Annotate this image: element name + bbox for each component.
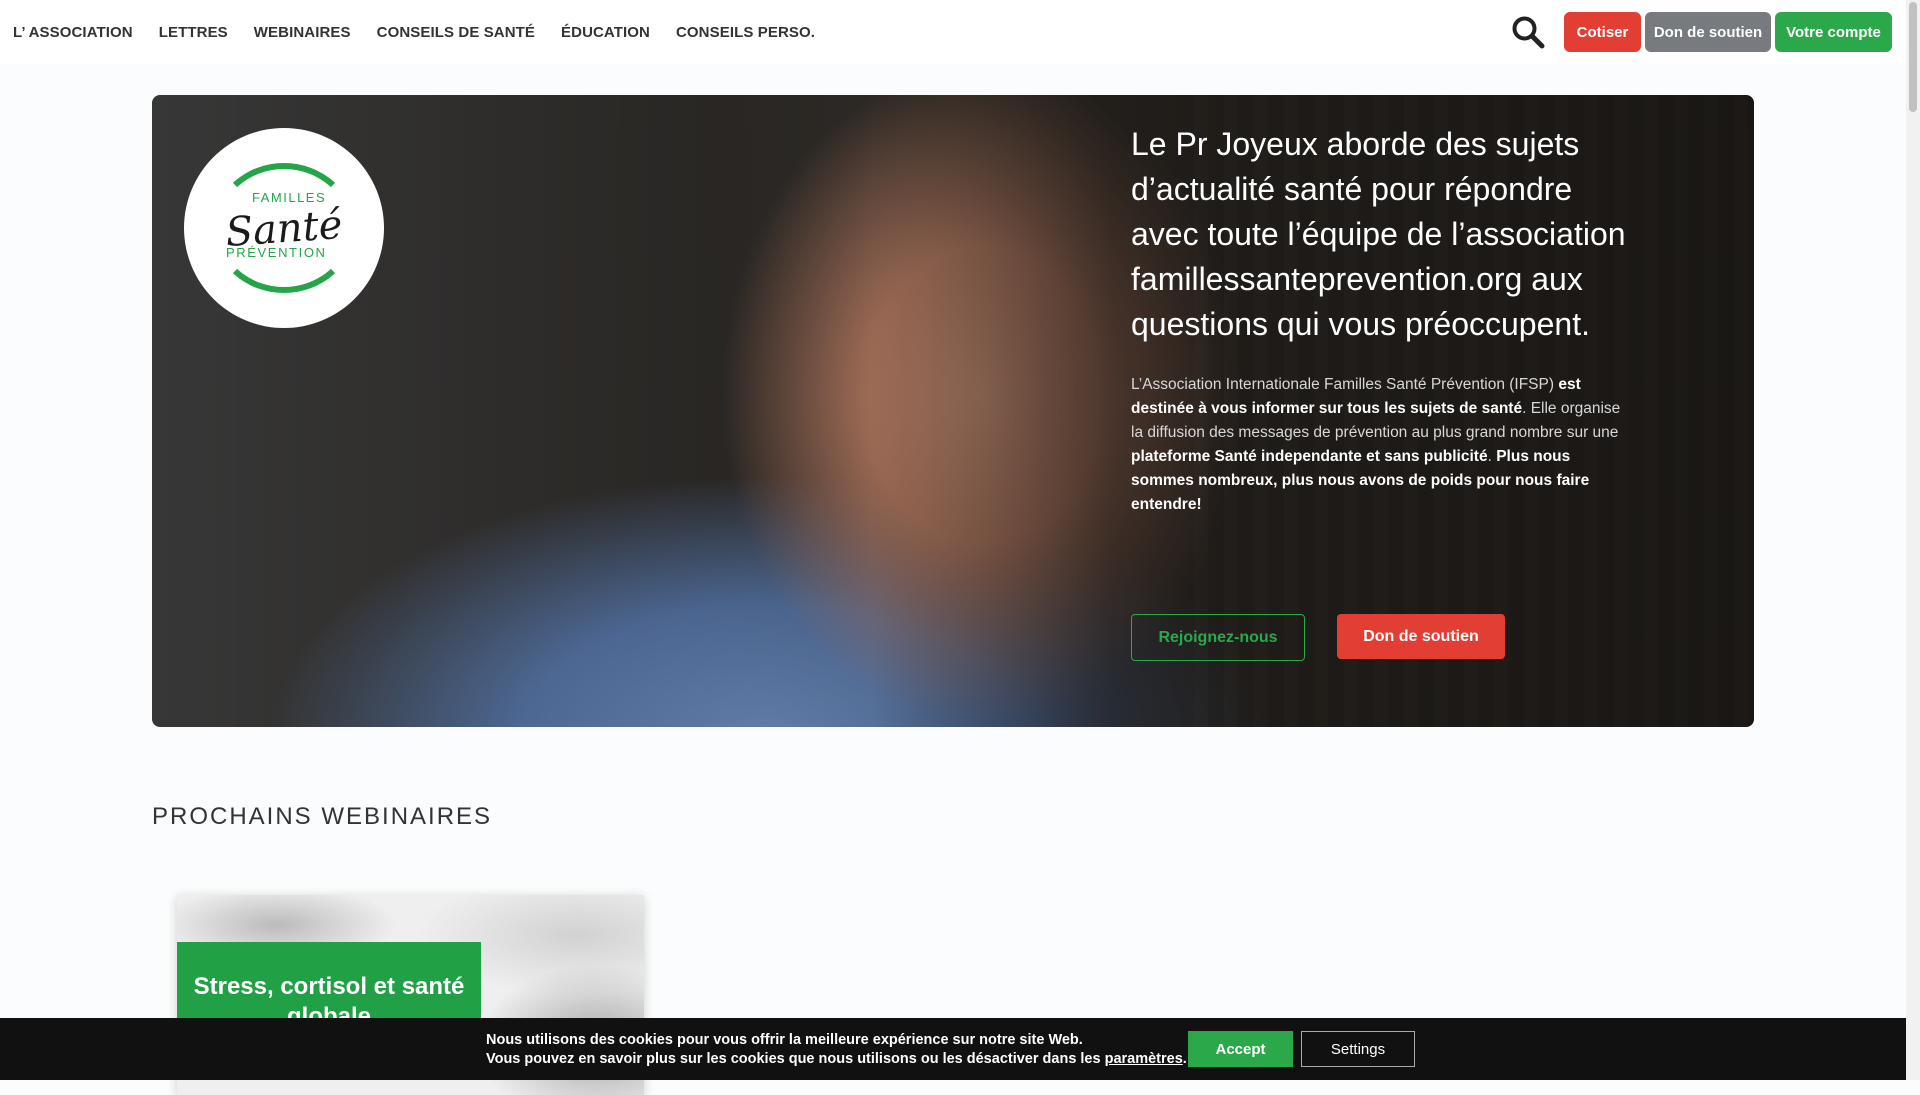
hero-desc-bold-2: plateforme Santé independante et sans pu… (1131, 448, 1488, 465)
logo[interactable]: FAMILLES Santé PRÉVENTION (184, 128, 384, 328)
cookie-message-line-1: Nous utilisons des cookies pour vous off… (486, 1032, 1083, 1048)
cookie-accept-button[interactable]: Accept (1188, 1031, 1293, 1067)
cookie-line2-text: Vous pouvez en savoir plus sur les cooki… (486, 1051, 1105, 1067)
top-navigation-bar: L’ ASSOCIATION LETTRES WEBINAIRES CONSEI… (0, 0, 1906, 64)
main-nav: L’ ASSOCIATION LETTRES WEBINAIRES CONSEI… (13, 24, 841, 41)
hero-description: L’Association Internationale Familles Sa… (1131, 373, 1631, 517)
scrollbar-thumb[interactable] (1909, 2, 1917, 112)
cookie-line2-suffix: . (1182, 1051, 1187, 1067)
votre-compte-button[interactable]: Votre compte (1775, 12, 1892, 52)
hero-don-de-soutien-button[interactable]: Don de soutien (1337, 614, 1505, 659)
hero-desc-part-3: . (1487, 448, 1497, 465)
nav-item-association[interactable]: L’ ASSOCIATION (13, 24, 133, 41)
cookie-consent-bar: Nous utilisons des cookies pour vous off… (0, 1018, 1906, 1080)
nav-item-conseils-perso[interactable]: CONSEILS PERSO. (676, 24, 815, 41)
logo-text-bottom: PRÉVENTION (226, 245, 327, 260)
page-scrollbar[interactable] (1906, 0, 1920, 1080)
header-actions: Cotiser Don de soutien Votre compte (1506, 12, 1892, 52)
cookie-settings-button[interactable]: Settings (1301, 1031, 1415, 1067)
section-title-webinaires: PROCHAINS WEBINAIRES (152, 803, 493, 830)
nav-item-lettres[interactable]: LETTRES (159, 24, 228, 41)
don-de-soutien-button[interactable]: Don de soutien (1645, 12, 1771, 52)
cookie-message-line-2: Vous pouvez en savoir plus sur les cooki… (486, 1050, 1187, 1069)
search-button[interactable] (1506, 12, 1550, 52)
cookie-parametres-link[interactable]: paramètres (1105, 1051, 1183, 1067)
hero-banner: FAMILLES Santé PRÉVENTION Le Pr Joyeux a… (152, 95, 1754, 727)
rejoignez-nous-button[interactable]: Rejoignez-nous (1131, 614, 1305, 661)
nav-item-education[interactable]: ÉDUCATION (561, 24, 650, 41)
nav-item-webinaires[interactable]: WEBINAIRES (254, 24, 351, 41)
hero-buttons: Rejoignez-nous Don de soutien (1131, 614, 1505, 661)
hero-headline: Le Pr Joyeux aborde des sujets d’actuali… (1131, 126, 1626, 342)
search-icon (1512, 16, 1545, 49)
hero-text-block: Le Pr Joyeux aborde des sujets d’actuali… (1131, 122, 1631, 517)
cookie-message: Nous utilisons des cookies pour vous off… (486, 1031, 1187, 1069)
nav-item-conseils-sante[interactable]: CONSEILS DE SANTÉ (377, 24, 535, 41)
hero-desc-part-1: L’Association Internationale Familles Sa… (1131, 376, 1559, 393)
cotiser-button[interactable]: Cotiser (1564, 12, 1641, 52)
